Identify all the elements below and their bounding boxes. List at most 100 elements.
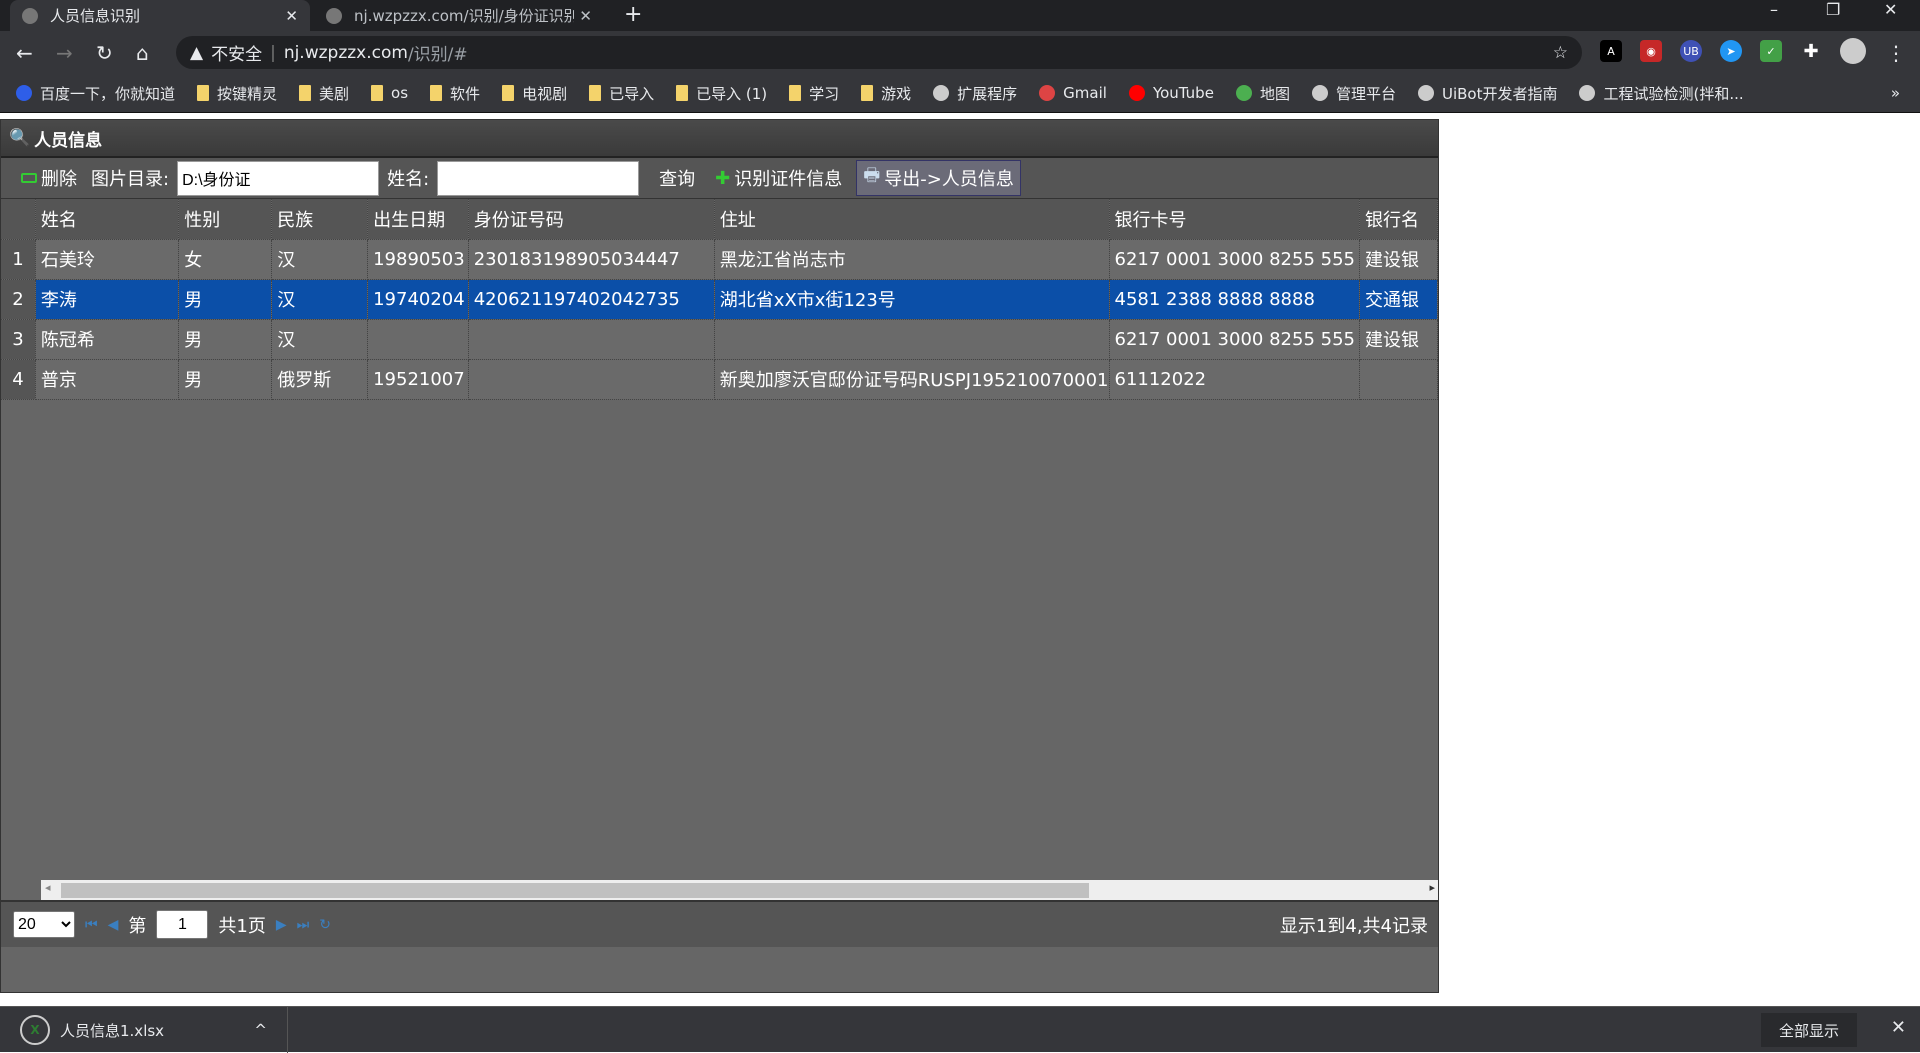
bookmark-item[interactable]: 软件 [430,83,480,104]
table-row[interactable]: 1 石美玲女汉 19890503 230183198905034447 黑龙江省尚志市 6… [1,239,1438,280]
tab-close-icon[interactable]: ✕ [285,7,298,25]
column-header[interactable]: 姓名 [35,199,180,240]
table-cell[interactable] [714,319,1110,360]
more-bookmarks-button[interactable]: » [1891,84,1900,102]
table-cell[interactable]: 女 [178,239,273,280]
scroll-left-icon[interactable]: ◂ [45,881,51,894]
table-cell[interactable] [1359,359,1438,400]
security-label[interactable]: 不安全 [211,40,262,65]
column-header[interactable]: 民族 [271,199,369,240]
table-cell[interactable]: 石美玲 [35,239,180,280]
table-cell[interactable]: 男 [178,359,273,400]
table-cell[interactable]: 汉 [271,279,369,320]
first-page-icon[interactable]: ⏮ [85,917,98,933]
page-size-select[interactable]: 20 [13,911,75,938]
table-cell[interactable]: 俄罗斯 [271,359,369,400]
export-button[interactable]: 🖶 导出->人员信息 [856,160,1021,196]
bookmark-item[interactable]: 已导入 [589,83,654,104]
home-icon[interactable]: ⌂ [136,41,149,65]
table-cell[interactable]: 男 [178,319,273,360]
forward-icon[interactable]: → [56,41,73,65]
scroll-right-icon[interactable]: ▸ [1429,881,1435,894]
table-cell[interactable]: 4581 2388 8888 8888 [1109,279,1361,320]
horizontal-scrollbar[interactable]: ◂ ▸ [41,880,1438,900]
table-cell[interactable]: 19740204 [367,279,469,320]
query-button[interactable]: 查询 [653,161,701,195]
column-header[interactable]: 出生日期 [367,199,469,240]
shield-icon[interactable]: ✓ [1760,40,1782,62]
bookmark-item[interactable]: YouTube [1128,84,1214,102]
column-header[interactable]: 身份证号码 [468,199,715,240]
table-cell[interactable]: 普京 [35,359,180,400]
chevron-up-icon[interactable]: ^ [254,1021,267,1039]
table-cell[interactable]: 男 [178,279,273,320]
extension-astar-icon[interactable]: A [1600,40,1622,62]
bookmark-item[interactable]: 管理平台 [1311,83,1396,104]
table-row[interactable]: 2 李涛男汉 19740204 420621197402042735 湖北省xX市x街1… [1,279,1438,320]
page-input[interactable] [156,910,209,939]
table-cell[interactable]: 19521007 [367,359,469,400]
table-cell[interactable]: 湖北省xX市x街123号 [714,279,1110,320]
address-bar[interactable]: ▲ 不安全 | nj.wzpzzx.com /识别/# ☆ [176,36,1582,69]
column-header[interactable]: 银行名 [1359,199,1438,240]
table-cell[interactable] [468,359,715,400]
table-cell[interactable]: 交通银 [1359,279,1438,320]
table-cell[interactable]: 建设银 [1359,239,1438,280]
bookmark-item[interactable]: 地图 [1235,83,1290,104]
extensions-puzzle-icon[interactable]: ✚ [1800,40,1822,62]
close-download-bar-icon[interactable]: ✕ [1891,1017,1906,1038]
table-cell[interactable]: 李涛 [35,279,180,320]
dir-input[interactable] [177,160,380,196]
bookmark-star-icon[interactable]: ☆ [1553,43,1568,63]
new-tab-button[interactable]: + [624,2,642,27]
table-cell[interactable]: 6217 0001 3000 8255 555 [1109,239,1361,280]
bookmark-item[interactable]: 游戏 [861,83,911,104]
table-row[interactable]: 4 普京男俄罗斯 19521007 新奥加廖沃官邸份证号码RUSPJ195210070… [1,359,1438,400]
prev-page-icon[interactable]: ◀ [108,917,119,933]
table-cell[interactable]: 6217 0001 3000 8255 555 [1109,319,1361,360]
back-icon[interactable]: ← [16,41,33,65]
table-cell[interactable]: 230183198905034447 [468,239,715,280]
table-cell[interactable]: 19890503 [367,239,469,280]
telegram-icon[interactable]: ➤ [1720,40,1742,62]
scrollbar-thumb[interactable] [61,883,1089,898]
name-input[interactable] [437,160,640,196]
bookmark-item[interactable]: 工程试验检测(拌和... [1579,83,1744,104]
menu-icon[interactable]: ⋮ [1886,41,1906,65]
delete-button[interactable]: 删除 [15,161,83,195]
tab-active[interactable]: 人员信息识别 ✕ [10,0,310,31]
last-page-icon[interactable]: ⏭ [297,917,310,933]
reload-icon[interactable]: ↻ [96,41,113,65]
bookmark-item[interactable]: UiBot开发者指南 [1417,83,1557,104]
bookmark-item[interactable]: 按键精灵 [197,83,277,104]
refresh-icon[interactable]: ↻ [319,917,331,933]
table-cell[interactable]: 汉 [271,239,369,280]
bookmark-item[interactable]: 已导入 (1) [676,83,767,104]
column-header[interactable]: 银行卡号 [1109,199,1361,240]
bookmark-item[interactable]: 学习 [789,83,839,104]
bookmark-item[interactable]: 扩展程序 [933,83,1017,104]
column-header[interactable]: 性别 [178,199,273,240]
minimize-button[interactable]: – [1770,0,1778,19]
next-page-icon[interactable]: ▶ [276,917,287,933]
table-cell[interactable] [468,319,715,360]
bookmark-item[interactable]: 百度一下，你就知道 [16,83,175,104]
table-cell[interactable]: 新奥加廖沃官邸份证号码RUSPJ195210070001 [714,359,1110,400]
extension-ub-icon[interactable]: UB [1680,40,1702,62]
table-row[interactable]: 3 陈冠希男汉 6217 0001 3000 8255 555 建设银 [1,319,1438,360]
show-all-button[interactable]: 全部显示 [1761,1013,1857,1047]
close-window-button[interactable]: ✕ [1884,0,1897,19]
bookmark-item[interactable]: os [371,84,408,102]
recognize-button[interactable]: ✚ 识别证件信息 [709,161,848,195]
extension-red-icon[interactable]: ◉ [1640,40,1662,62]
table-cell[interactable]: 420621197402042735 [468,279,715,320]
bookmark-item[interactable]: 美剧 [299,83,349,104]
bookmark-item[interactable]: Gmail [1039,84,1107,102]
tab-close-icon[interactable]: ✕ [579,7,592,25]
table-cell[interactable]: 汉 [271,319,369,360]
tab-inactive[interactable]: nj.wzpzzx.com/识别/身份证识别 ✕ [314,0,604,31]
column-header[interactable]: 住址 [714,199,1110,240]
table-cell[interactable] [367,319,469,360]
table-cell[interactable]: 61112022 [1109,359,1361,400]
table-cell[interactable]: 陈冠希 [35,319,180,360]
